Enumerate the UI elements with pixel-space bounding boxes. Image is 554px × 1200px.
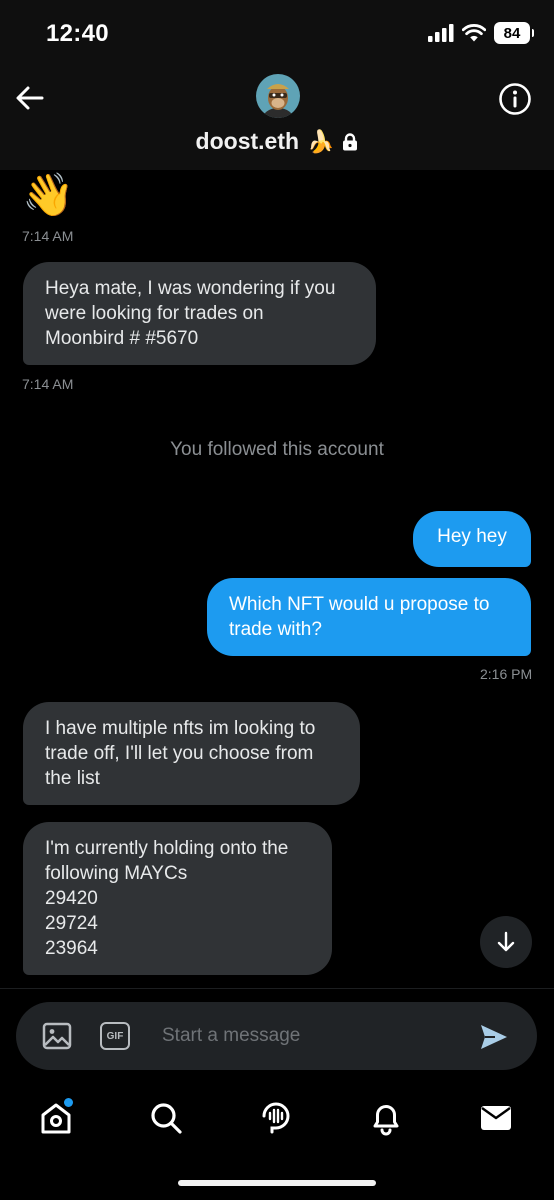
arrow-down-icon — [497, 931, 515, 952]
avatar[interactable] — [256, 74, 300, 118]
message-bubble-incoming[interactable]: I'm currently holding onto the following… — [23, 822, 332, 975]
back-button[interactable] — [12, 80, 48, 116]
info-icon — [499, 83, 531, 115]
notifications-icon — [373, 1105, 399, 1136]
message-composer: GIF — [16, 1002, 537, 1070]
tab-notifications[interactable] — [366, 1098, 406, 1138]
message-text-line: the list — [45, 768, 100, 789]
info-button[interactable] — [498, 82, 532, 116]
bottom-tab-bar — [0, 1084, 554, 1154]
contact-name-row: doost.eth 🍌 — [0, 128, 554, 155]
message-text-line: 23964 — [45, 938, 98, 959]
message-text-line: 29420 — [45, 888, 98, 909]
notification-dot — [64, 1098, 73, 1107]
message-text-line: Heya mate, I was wondering if you — [45, 278, 336, 299]
avatar-image — [256, 74, 300, 118]
status-icons: 84 — [428, 22, 534, 44]
message-text-line: Moonbird # #5670 — [45, 328, 199, 349]
gif-icon: GIF — [106, 1030, 124, 1042]
back-arrow-icon — [16, 86, 44, 110]
wifi-icon — [462, 24, 486, 42]
conversation-header: doost.eth 🍌 — [0, 66, 554, 170]
wave-emoji-message[interactable]: 👋 — [22, 174, 74, 216]
composer-divider — [0, 988, 554, 989]
tab-search[interactable] — [146, 1098, 186, 1138]
status-time: 12:40 — [46, 20, 109, 47]
signal-icon — [428, 24, 454, 42]
message-text-line: Which NFT would u propose to — [229, 594, 490, 615]
message-input[interactable] — [162, 1016, 462, 1056]
tab-spaces[interactable] — [256, 1098, 296, 1138]
send-button[interactable] — [478, 1022, 510, 1052]
media-button[interactable] — [42, 1022, 72, 1050]
tab-home[interactable] — [36, 1098, 76, 1138]
send-icon — [481, 1025, 507, 1049]
message-timestamp: 7:14 AM — [22, 376, 74, 392]
message-text-line: I have multiple nfts im looking to — [45, 718, 316, 739]
spaces-icon — [262, 1102, 290, 1134]
status-bar: 12:40 84 — [0, 0, 554, 66]
scroll-to-bottom-button[interactable] — [480, 916, 532, 968]
message-bubble-incoming[interactable]: Heya mate, I was wondering if you were l… — [23, 262, 376, 365]
message-text-line: trade with? — [229, 619, 322, 640]
message-list[interactable]: 👋 7:14 AM Heya mate, I was wondering if … — [0, 170, 554, 988]
message-bubble-outgoing[interactable]: Hey hey — [413, 511, 531, 567]
message-timestamp: 7:14 AM — [22, 228, 74, 244]
contact-name: doost.eth — [195, 128, 300, 154]
tab-messages[interactable] — [476, 1098, 516, 1138]
message-text-line: were looking for trades on — [45, 303, 264, 324]
system-message: You followed this account — [170, 439, 384, 460]
messages-icon — [481, 1106, 511, 1130]
message-timestamp: 2:16 PM — [480, 666, 533, 682]
message-text-line: 29724 — [45, 913, 98, 934]
search-icon — [151, 1103, 182, 1134]
message-bubble-incoming[interactable]: I have multiple nfts im looking to trade… — [23, 702, 360, 805]
message-text-line: Hey hey — [437, 526, 507, 547]
image-icon — [42, 1022, 72, 1050]
home-indicator — [178, 1180, 376, 1186]
gif-button[interactable]: GIF — [100, 1022, 130, 1050]
lock-icon — [343, 132, 358, 150]
message-text-line: following MAYCs — [45, 863, 188, 884]
message-text-line: trade off, I'll let you choose from — [45, 743, 314, 764]
message-text-line: I'm currently holding onto the — [45, 838, 289, 859]
message-bubble-outgoing[interactable]: Which NFT would u propose to trade with? — [207, 578, 531, 656]
battery-indicator: 84 — [494, 22, 534, 44]
banana-emoji: 🍌 — [307, 128, 335, 154]
